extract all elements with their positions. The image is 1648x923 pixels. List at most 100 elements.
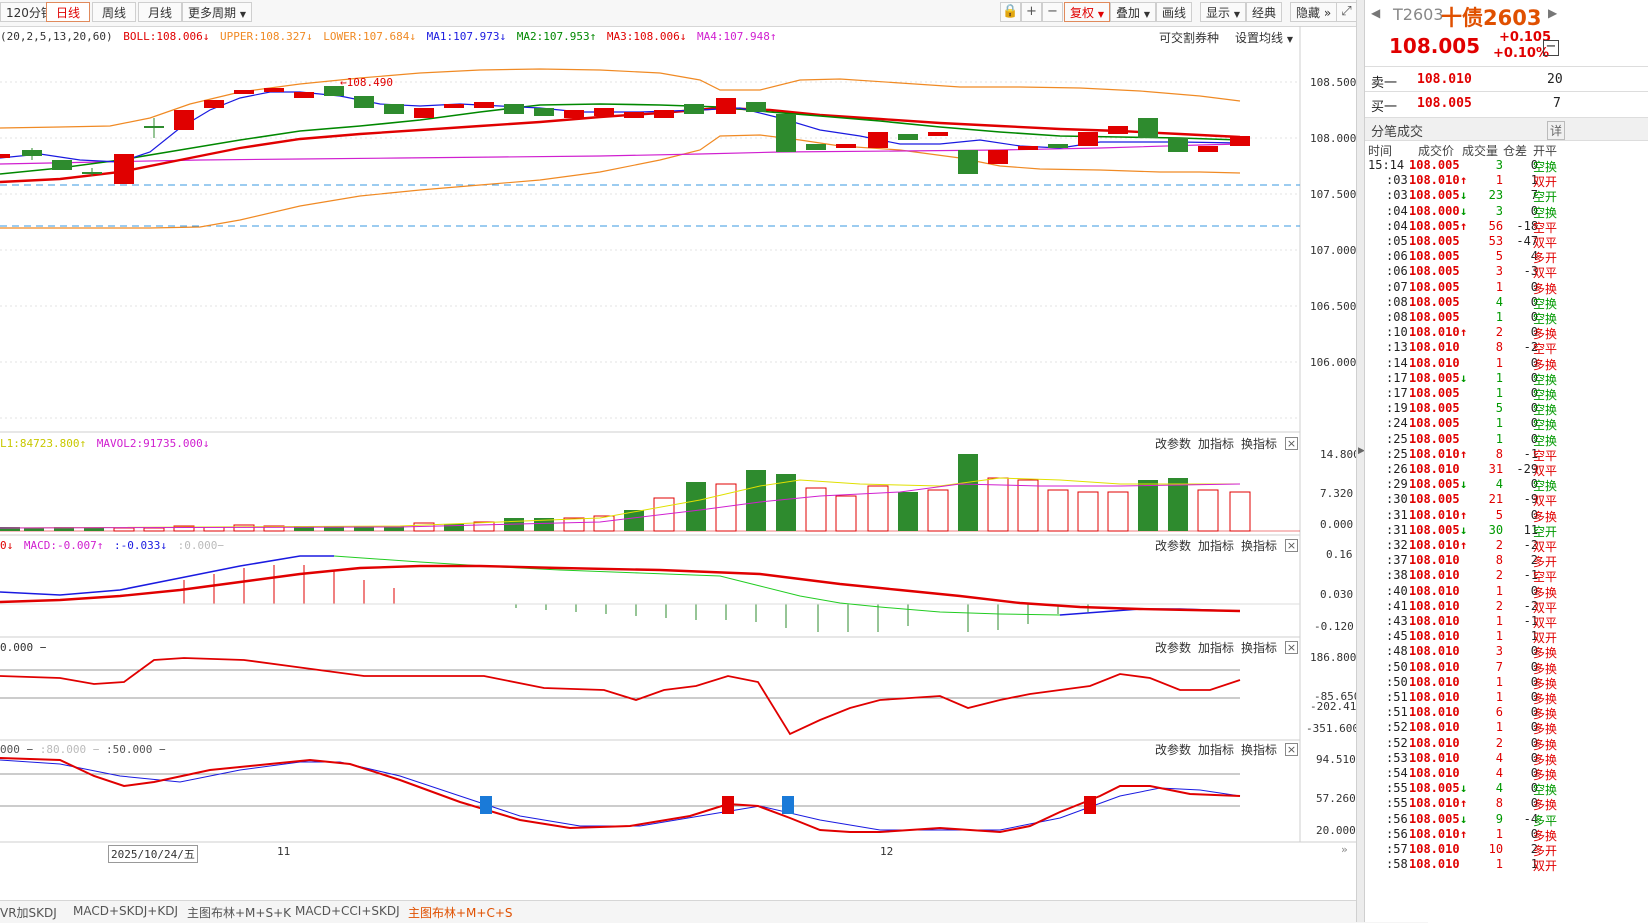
macd-indicator-header: 0↓ MACD:-0.007↑ :-0.033↓ :0.000− — [0, 538, 224, 554]
switch-indicator-button[interactable]: 换指标 — [1241, 741, 1277, 758]
tick-price: 108.010 — [1409, 538, 1460, 552]
arrow-down-icon: ↓ — [1460, 811, 1468, 826]
tick-price: 108.005 — [1409, 811, 1460, 826]
tick-time: :06 — [1386, 264, 1408, 279]
tick-time: :14 — [1386, 355, 1408, 370]
tick-time: :30 — [1386, 492, 1408, 507]
tick-volume: 8 — [1495, 553, 1504, 568]
tick-time: :32 — [1386, 538, 1408, 552]
col-price: 成交价 — [1418, 144, 1455, 158]
tick-price: 108.010 — [1409, 674, 1460, 689]
tick-time: :55 — [1386, 796, 1408, 811]
volume-bars[interactable] — [0, 454, 1300, 532]
tick-price: 108.010 — [1409, 553, 1460, 568]
arrow-up-icon: ↑ — [1460, 507, 1468, 522]
y-tick: 57.260 — [1316, 792, 1356, 805]
tick-row: :56 108.005 ↓ 9 -4 多平 — [1365, 811, 1584, 828]
minimize-icon[interactable]: − — [1543, 40, 1559, 56]
tick-row: :52 108.010 1 0 多换 — [1365, 720, 1584, 736]
tick-volume: 4 — [1495, 477, 1504, 492]
tick-price: 108.010 — [1409, 857, 1460, 872]
tick-time: :24 — [1386, 416, 1408, 431]
tick-volume: 2 — [1495, 568, 1504, 583]
buy1-price: 108.005 — [1417, 96, 1472, 111]
tick-price: 108.005 — [1409, 249, 1460, 264]
tick-volume: 1 — [1495, 674, 1504, 689]
sell1-price: 108.010 — [1417, 72, 1472, 87]
buy1-volume: 7 — [1553, 96, 1561, 111]
tick-volume: 2 — [1495, 538, 1504, 552]
dash-icon: − — [158, 743, 166, 756]
detail-button[interactable]: 详 — [1547, 121, 1566, 140]
tick-price: 108.010 — [1409, 507, 1460, 522]
kdj-signal-markers[interactable] — [480, 796, 1096, 814]
tick-row: :40 108.010 1 0 多换 — [1365, 584, 1584, 600]
tick-row: :51 108.010 1 0 多换 — [1365, 690, 1584, 706]
close-icon[interactable]: × — [1285, 539, 1298, 552]
change-param-button[interactable]: 改参数 — [1155, 639, 1191, 656]
switch-indicator-button[interactable]: 换指标 — [1241, 639, 1277, 656]
close-icon[interactable]: × — [1285, 743, 1298, 756]
change-param-button[interactable]: 改参数 — [1155, 741, 1191, 758]
add-indicator-button[interactable]: 加指标 — [1198, 639, 1234, 656]
tick-time: :26 — [1386, 462, 1408, 476]
contract-code: T2603 — [1393, 5, 1444, 24]
arrow-up-icon: ↑ — [1460, 826, 1468, 841]
tick-row: :55 108.005 ↓ 4 0 空换 — [1365, 781, 1584, 797]
tab-macd-cci-skdj[interactable]: MACD+CCI+SKDJ — [295, 904, 400, 918]
tick-time: :54 — [1386, 766, 1408, 780]
close-icon[interactable]: × — [1285, 437, 1298, 450]
tick-time: :19 — [1386, 401, 1408, 416]
high-price-label: ←108.490 — [340, 76, 393, 89]
tick-row: :25 108.005 1 0 空换 — [1365, 432, 1584, 448]
switch-indicator-button[interactable]: 换指标 — [1241, 435, 1277, 452]
switch-indicator-button[interactable]: 换指标 — [1241, 537, 1277, 554]
tick-row: :24 108.005 1 0 空换 — [1365, 416, 1584, 432]
tick-price: 108.000 — [1409, 203, 1460, 218]
zero-value: :0.000 — [177, 539, 218, 552]
scroll-right-icon[interactable]: » — [1341, 843, 1348, 856]
add-indicator-button[interactable]: 加指标 — [1198, 537, 1234, 554]
tick-time: :08 — [1386, 294, 1408, 309]
sell1-label: 卖一 — [1371, 76, 1398, 91]
tick-row: :53 108.010 4 0 多换 — [1365, 751, 1584, 767]
tick-volume: 1 — [1495, 416, 1504, 431]
tick-time: :04 — [1386, 218, 1408, 233]
price-change-pct: +0.10% — [1493, 46, 1549, 61]
tick-volume: 56 — [1488, 218, 1504, 233]
tick-volume: 21 — [1488, 492, 1504, 507]
tick-row: :30 108.005 21 -9 双平 — [1365, 492, 1584, 508]
tab-boll-m-s-k[interactable]: 主图布林+M+S+K — [187, 904, 291, 921]
change-param-button[interactable]: 改参数 — [1155, 537, 1191, 554]
tick-volume: 5 — [1495, 249, 1504, 264]
close-icon[interactable]: × — [1285, 641, 1298, 654]
tick-price: 108.005 — [1409, 158, 1460, 172]
dif-value: 0 — [0, 539, 7, 552]
arrow-down-icon: ↓ — [160, 539, 167, 552]
tick-volume: 3 — [1495, 203, 1504, 218]
change-param-button[interactable]: 改参数 — [1155, 435, 1191, 452]
tab-vr-skdj[interactable]: VR加SKDJ — [0, 904, 57, 921]
tab-boll-m-c-s[interactable]: 主图布林+M+C+S — [408, 904, 513, 921]
tick-price: 108.010 — [1409, 614, 1460, 628]
y-tick: 94.510 — [1316, 753, 1356, 766]
add-indicator-button[interactable]: 加指标 — [1198, 741, 1234, 758]
tick-price: 108.010 — [1409, 659, 1460, 674]
arrow-up-icon: ↑ — [1460, 173, 1468, 188]
arrow-up-icon: ↑ — [1460, 538, 1468, 552]
tick-volume: 1 — [1495, 614, 1504, 628]
tick-time: :45 — [1386, 629, 1408, 644]
prev-contract-icon[interactable]: ◀ — [1371, 6, 1380, 20]
arrow-up-icon: ↑ — [96, 539, 104, 552]
tick-volume: 1 — [1495, 386, 1504, 400]
tick-volume: 8 — [1495, 796, 1504, 811]
col-oi-change: 仓差 — [1503, 144, 1528, 158]
tick-volume: 53 — [1488, 234, 1504, 248]
next-contract-icon[interactable]: ▶ — [1548, 6, 1557, 20]
tick-volume: 1 — [1495, 310, 1504, 324]
tab-macd-skdj-kdj[interactable]: MACD+SKDJ+KDJ — [73, 904, 178, 918]
tick-time: :43 — [1386, 614, 1408, 628]
dash-icon: − — [39, 641, 47, 654]
add-indicator-button[interactable]: 加指标 — [1198, 435, 1234, 452]
tick-price: 108.010 — [1409, 598, 1460, 613]
